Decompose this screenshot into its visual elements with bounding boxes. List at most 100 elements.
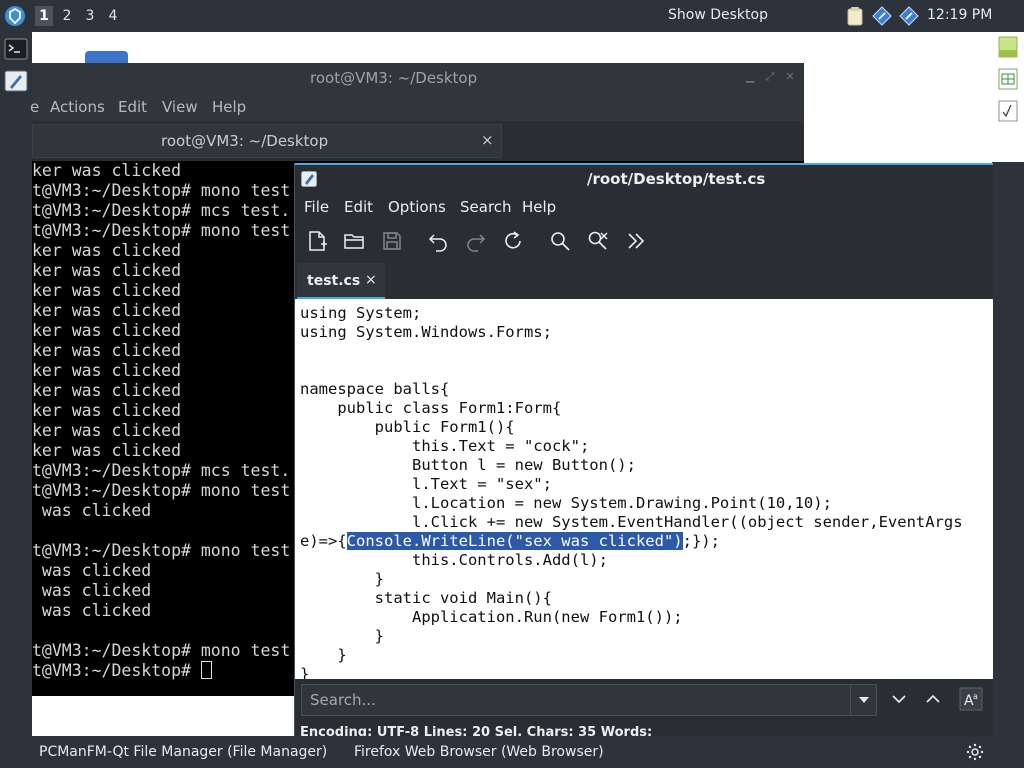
- minimize-icon[interactable]: ▁: [744, 71, 756, 83]
- editor-window[interactable]: /root/Desktop/test.cs File Edit Options …: [294, 163, 993, 736]
- undo-icon[interactable]: [426, 229, 450, 253]
- qt-file-icon[interactable]: [998, 36, 1018, 58]
- workspace-4[interactable]: 4: [104, 6, 122, 26]
- match-case-icon[interactable]: A a: [959, 687, 983, 711]
- new-file-icon[interactable]: [305, 229, 329, 253]
- replace-icon[interactable]: [586, 229, 610, 253]
- start-menu-icon[interactable]: [4, 5, 26, 27]
- workspace-2[interactable]: 2: [58, 6, 76, 26]
- menu-item-help[interactable]: Help: [522, 198, 556, 216]
- editor-tab[interactable]: test.cs ×: [297, 263, 385, 299]
- tab-close-icon[interactable]: ×: [481, 131, 494, 149]
- maximize-icon[interactable]: ⤢: [764, 71, 776, 83]
- clipboard-icon[interactable]: [845, 6, 865, 26]
- code-line: public Form1(){: [300, 418, 515, 436]
- code-line: }: [300, 627, 384, 645]
- terminal-line: t@VM3:~/Desktop# mono test: [32, 541, 291, 560]
- menu-item-actions[interactable]: Actions: [50, 98, 105, 116]
- code-line: }: [300, 646, 347, 664]
- terminal-line: ker was clicked: [32, 421, 182, 440]
- text-editor-launcher-icon[interactable]: [4, 70, 28, 92]
- tab-close-icon[interactable]: ×: [365, 272, 377, 288]
- code-line: }: [300, 665, 310, 679]
- status-text: Encoding: UTF-8 Lines: 20 Sel. Chars: 35…: [300, 725, 653, 736]
- close-icon[interactable]: ✕: [784, 71, 796, 83]
- find-next-icon[interactable]: [887, 687, 911, 711]
- code-line: }: [300, 570, 384, 588]
- menu-item-edit[interactable]: Edit: [118, 98, 147, 116]
- terminal-titlebar[interactable]: root@VM3: ~/Desktop ▁ ⤢ ✕: [32, 63, 804, 93]
- selected-text[interactable]: Console.WriteLine("sex was clicked"): [346, 532, 683, 550]
- code-line: l.Click += new System.EventHandler((obje…: [300, 513, 963, 531]
- terminal-line: ker was clicked: [32, 441, 182, 460]
- svg-text:a: a: [973, 692, 978, 701]
- terminal-cursor: [200, 661, 212, 679]
- code-line: this.Text = "cock";: [300, 437, 590, 455]
- menu-item-help[interactable]: Help: [212, 98, 246, 116]
- editor-toolbar: [295, 221, 993, 261]
- code-line: e)=>{Console.WriteLine("sex was clicked"…: [300, 532, 963, 551]
- editor-menubar: File Edit Options Search Help: [295, 193, 993, 221]
- open-folder-icon[interactable]: [342, 229, 366, 253]
- code-line: this.Controls.Add(l);: [300, 551, 608, 569]
- terminal-line: t@VM3:~/Desktop# mcs test.: [32, 461, 291, 480]
- menu-item-edit[interactable]: Edit: [344, 198, 373, 216]
- terminal-line: ker was clicked: [32, 301, 182, 320]
- right-desktop-strip: [992, 32, 1024, 736]
- workspace-3[interactable]: 3: [81, 6, 99, 26]
- desktop-background: [32, 696, 294, 736]
- search-field[interactable]: [301, 684, 877, 716]
- code-text: ;});: [682, 532, 720, 550]
- terminal-launcher-icon[interactable]: [4, 38, 28, 60]
- terminal-line: ker was clicked: [32, 281, 182, 300]
- editor-tab-label: test.cs: [307, 273, 361, 289]
- clock[interactable]: 12:19 PM: [927, 7, 992, 23]
- spreadsheet-file-icon[interactable]: [998, 68, 1018, 90]
- search-input[interactable]: [310, 689, 840, 711]
- search-history-dropdown[interactable]: [850, 685, 878, 715]
- editor-titlebar[interactable]: /root/Desktop/test.cs: [295, 163, 993, 193]
- editor-tabbar: test.cs ×: [295, 261, 993, 299]
- terminal-line: t@VM3:~/Desktop# mono test: [32, 221, 291, 240]
- menu-item-search[interactable]: Search: [460, 198, 512, 216]
- left-dock: [0, 32, 32, 736]
- show-desktop-button[interactable]: Show Desktop: [668, 7, 768, 23]
- terminal-line: ker was clicked: [32, 241, 182, 260]
- code-editor[interactable]: using System; using System.Windows.Forms;…: [295, 299, 993, 679]
- task-firefox[interactable]: Firefox Web Browser (Web Browser): [354, 744, 604, 760]
- find-previous-icon[interactable]: [921, 687, 945, 711]
- save-icon[interactable]: [380, 229, 404, 253]
- go-to-line-icon[interactable]: [624, 229, 648, 253]
- formula-file-icon[interactable]: [998, 100, 1018, 122]
- terminal-line: t@VM3:~/Desktop# mono test: [32, 181, 291, 200]
- terminal-menubar: e Actions Edit View Help: [30, 93, 804, 121]
- task-file-manager[interactable]: PCManFM-Qt File Manager (File Manager): [39, 744, 327, 760]
- terminal-line: t@VM3:~/Desktop# mono test: [32, 481, 291, 500]
- terminal-line: ker was clicked: [32, 341, 182, 360]
- reload-icon[interactable]: [501, 229, 525, 253]
- terminal-line: was clicked: [32, 601, 152, 620]
- editor-title: /root/Desktop/test.cs: [587, 170, 766, 188]
- editor-app-icon: [301, 171, 317, 187]
- menu-item-file[interactable]: e: [30, 98, 39, 116]
- top-panel: 1 2 3 4 Show Desktop 12:19 PM: [0, 0, 1024, 32]
- terminal-line: t@VM3:~/Desktop# mono test: [32, 641, 291, 660]
- menu-item-options[interactable]: Options: [388, 198, 446, 216]
- network-icon-2[interactable]: [899, 6, 919, 26]
- find-icon[interactable]: [548, 229, 572, 253]
- workspace-1[interactable]: 1: [35, 6, 53, 26]
- terminal-line: ker was clicked: [32, 381, 182, 400]
- terminal-line: was clicked: [32, 561, 152, 580]
- dropdown-arrow-icon: [859, 697, 869, 703]
- terminal-tab[interactable]: root@VM3: ~/Desktop ×: [32, 124, 502, 158]
- menu-item-view[interactable]: View: [162, 98, 198, 116]
- menu-item-file[interactable]: File: [304, 198, 329, 216]
- code-line: l.Location = new System.Drawing.Point(10…: [300, 494, 832, 512]
- network-icon[interactable]: [872, 6, 892, 26]
- settings-icon[interactable]: [966, 743, 984, 761]
- code-lines: using System; using System.Windows.Forms;…: [300, 304, 963, 679]
- redo-icon[interactable]: [464, 229, 488, 253]
